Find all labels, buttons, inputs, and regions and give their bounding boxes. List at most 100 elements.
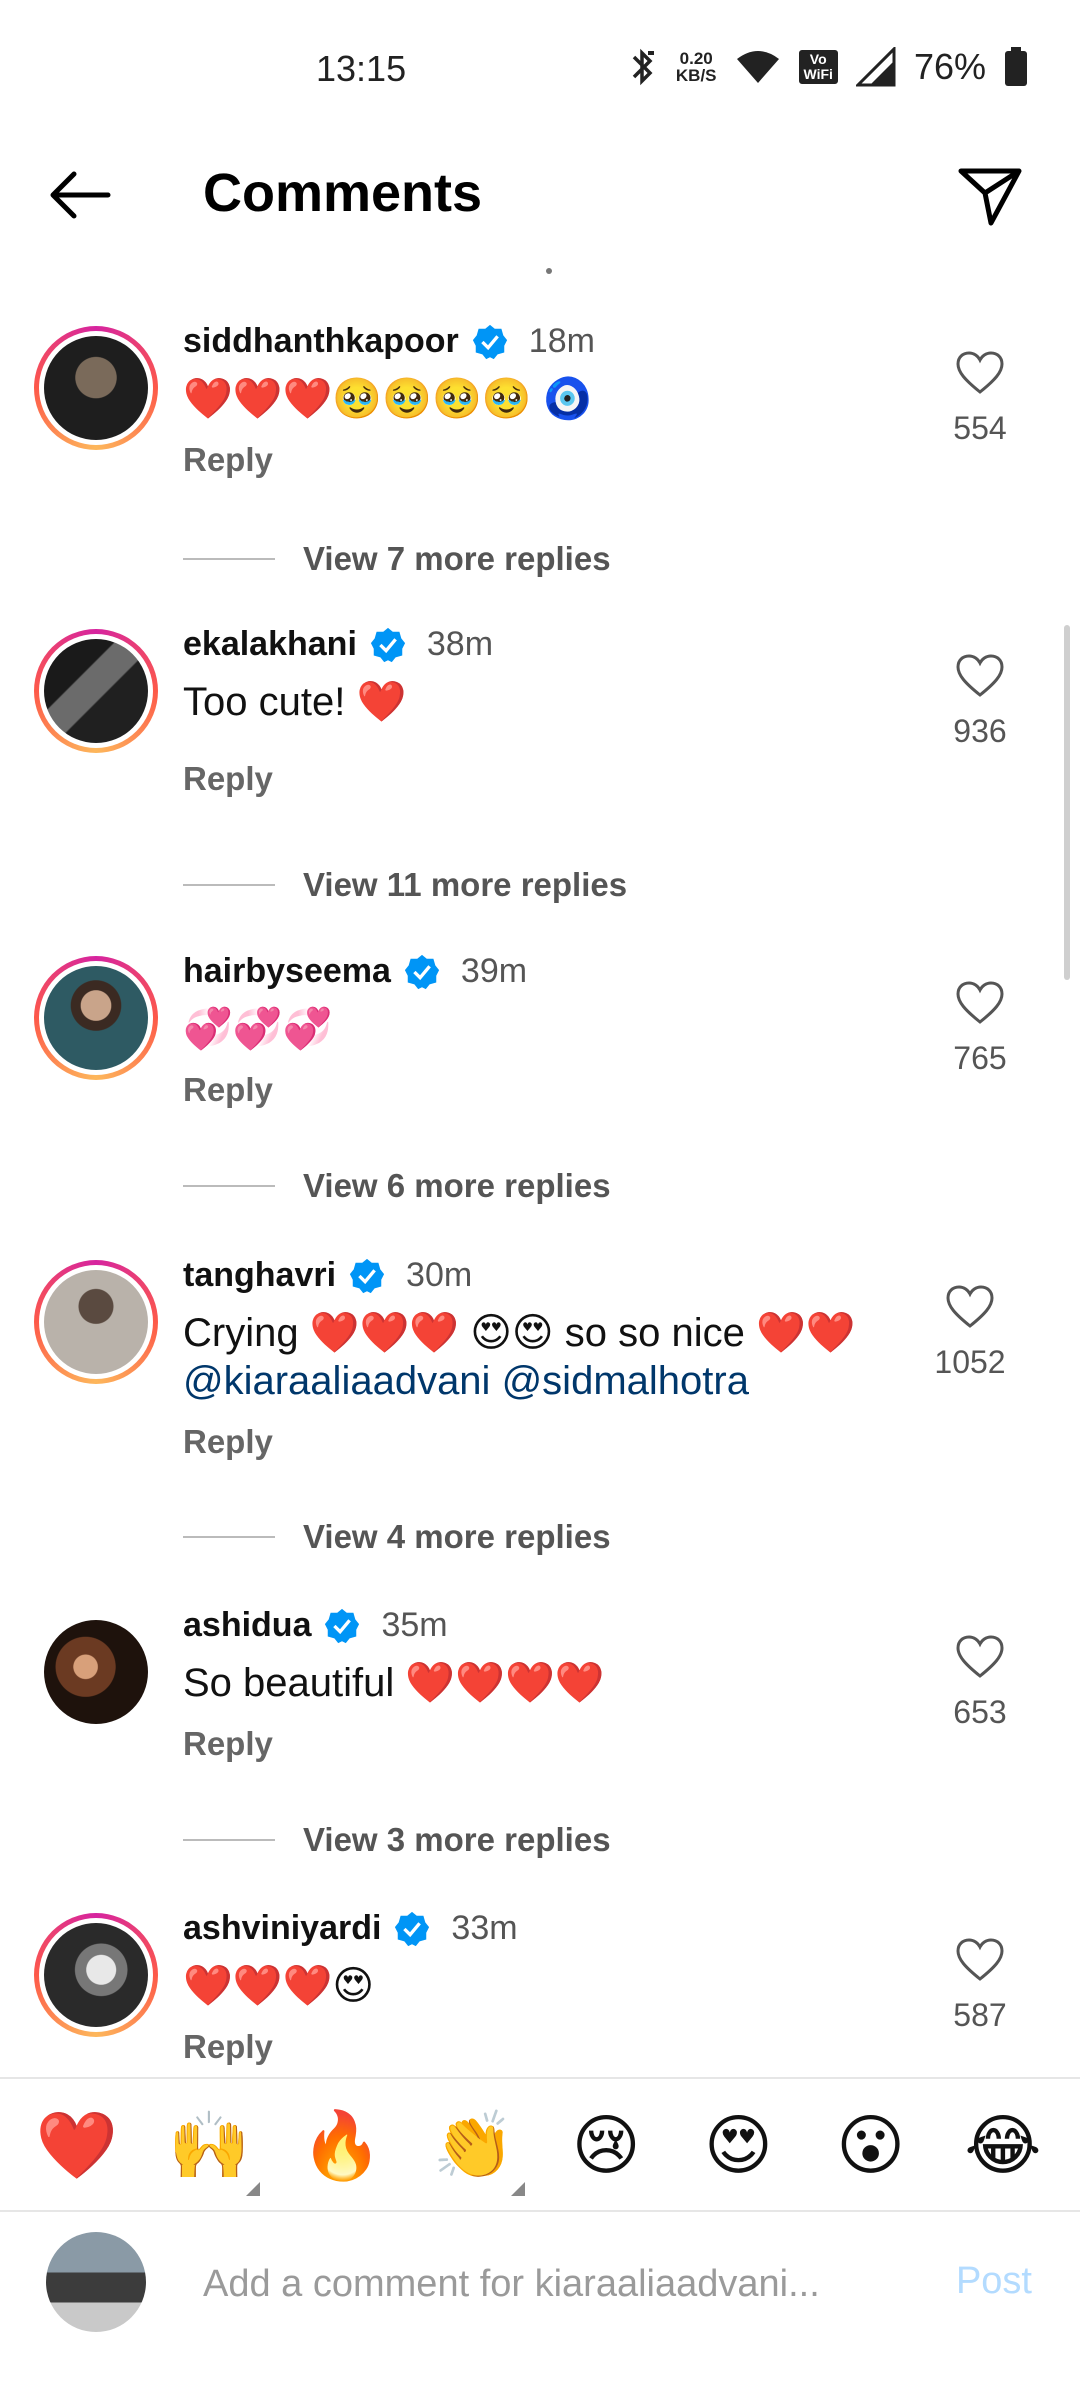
reply-button[interactable]: Reply [183,760,883,798]
emoji-fire-button[interactable]: 🔥 [287,2090,397,2200]
emoji-clap-button[interactable]: 👏 [419,2090,529,2200]
avatar[interactable] [44,966,148,1070]
post-button[interactable]: Post [956,2260,1032,2303]
heart-icon[interactable] [955,1634,1005,1680]
comment-username[interactable]: tanghavri [183,1256,336,1295]
comments-list[interactable]: siddhanthkapoor 18m ❤️❤️❤️🥹🥹🥹🥹 🧿 Reply 5… [0,300,1080,2075]
reply-button[interactable]: Reply [183,1071,883,1109]
comment-text: ❤️❤️❤️😍 [183,1964,375,2008]
view-more-label[interactable]: View 7 more replies [303,540,611,578]
view-more-label[interactable]: View 4 more replies [303,1518,611,1556]
emoji-surprised-button[interactable]: 😮 [816,2090,926,2200]
avatar[interactable] [44,336,148,440]
wifi-icon [736,51,779,83]
verified-badge-icon [325,1608,360,1643]
avatar-ring[interactable] [34,629,158,753]
avatar[interactable] [44,1270,148,1374]
verified-badge-icon [472,324,507,359]
heart-icon[interactable] [955,980,1005,1026]
avatar[interactable] [44,1923,148,2027]
emoji-reaction-bar: ❤️ 🙌 🔥 👏 😢 😍 😮 😂 [0,2077,1080,2212]
comment-item: ashviniyardi 33m ❤️❤️❤️😍 Reply 587 [0,1887,1080,2075]
comment-time: 39m [460,952,528,990]
comment-text: So beautiful ❤️❤️❤️❤️ [183,1661,605,1705]
comment-item: hairbyseema 39m 💞💞💞 Reply 765 View 6 mor… [0,930,1080,1234]
status-icons: 0.20 KB/S Vo WiFi 76% [628,46,1028,88]
view-more-label[interactable]: View 11 more replies [303,866,627,904]
emoji-heart-button[interactable]: ❤️ [22,2090,132,2200]
comment-text: 💞💞💞 [183,1007,333,1051]
status-time: 13:15 [316,48,407,89]
view-more-replies[interactable]: View 4 more replies [183,1518,611,1556]
heart-icon[interactable] [945,1284,995,1330]
like-area: 554 [920,350,1040,447]
reply-button[interactable]: Reply [183,2028,883,2066]
network-speed: 0.20 KB/S [676,50,717,84]
like-area: 1052 [910,1284,1030,1381]
bluetooth-icon [632,48,654,86]
like-count: 587 [953,1997,1007,2033]
reply-button[interactable]: Reply [183,1423,943,1461]
comment-username[interactable]: hairbyseema [183,952,391,991]
comment-username[interactable]: ashviniyardi [183,1909,381,1948]
like-count: 1052 [934,1344,1006,1380]
view-more-label[interactable]: View 6 more replies [303,1167,611,1205]
comment-text: Crying ❤️❤️❤️ 😍😍 so so nice ❤️❤️ @kiaraa… [183,1309,943,1405]
avatar-ring[interactable] [34,956,158,1080]
paper-plane-icon [958,168,1022,226]
vowifi-line2: WiFi [803,66,833,82]
comment-time: 30m [406,1256,473,1294]
comment-text-body: Crying ❤️❤️❤️ 😍😍 so so nice ❤️❤️ [183,1311,856,1355]
avatar[interactable] [44,1620,148,1724]
mention-link[interactable]: @kiaraaliaadvani [183,1359,490,1403]
view-more-label[interactable]: View 3 more replies [303,1821,611,1859]
reply-button[interactable]: Reply [183,1725,883,1763]
comment-item: ashidua 35m So beautiful ❤️❤️❤️❤️ Reply … [0,1584,1080,1887]
verified-badge-icon [349,1258,385,1293]
avatar-ring[interactable] [34,1610,158,1734]
avatar-ring[interactable] [34,1260,158,1384]
verified-badge-icon [395,1911,430,1946]
view-more-replies[interactable]: View 3 more replies [183,1821,611,1859]
my-avatar [46,2232,146,2332]
like-count: 936 [953,713,1007,749]
comment-text: Too cute! ❤️ [183,680,407,724]
comment-item: tanghavri 30m Crying ❤️❤️❤️ 😍😍 so so nic… [0,1234,1080,1584]
view-more-replies[interactable]: View 6 more replies [183,1167,611,1205]
emoji-crying-button[interactable]: 😢 [551,2090,661,2200]
comment-composer: Post [0,2214,1080,2400]
page-title: Comments [203,163,483,223]
comment-item: ekalakhani 38m Too cute! ❤️ Reply 936 Vi… [0,603,1080,930]
comment-username[interactable]: siddhanthkapoor [183,322,459,361]
heart-icon[interactable] [955,1937,1005,1983]
like-area: 936 [920,653,1040,750]
skin-tone-indicator [246,2181,261,2196]
comment-username[interactable]: ashidua [183,1606,311,1645]
avatar-ring[interactable] [34,326,158,450]
signal-icon [855,47,896,87]
emoji-raised-hands-button[interactable]: 🙌 [154,2090,264,2200]
comment-input[interactable] [203,2249,903,2319]
heart-icon[interactable] [955,350,1005,396]
back-button[interactable] [40,160,120,230]
battery-icon [1005,47,1027,86]
comment-username[interactable]: ekalakhani [183,625,357,664]
share-button[interactable] [950,156,1030,236]
comment-time: 38m [426,625,494,663]
comment-item: siddhanthkapoor 18m ❤️❤️❤️🥹🥹🥹🥹 🧿 Reply 5… [0,300,1080,600]
mention-link[interactable]: @sidmalhotra [502,1359,749,1403]
scroll-indicator-dot [546,268,552,274]
battery-percent: 76% [913,46,986,87]
comment-text: ❤️❤️❤️🥹🥹🥹🥹 🧿 [183,377,593,421]
emoji-heart-eyes-button[interactable]: 😍 [683,2090,793,2200]
scrollbar[interactable] [1064,625,1070,980]
view-more-replies[interactable]: View 7 more replies [183,540,611,578]
emoji-laughing-button[interactable]: 😂 [948,2090,1058,2200]
avatar[interactable] [44,639,148,743]
reply-button[interactable]: Reply [183,441,883,479]
verified-badge-icon [370,627,405,662]
heart-icon[interactable] [955,653,1005,699]
avatar-ring[interactable] [34,1913,158,2037]
divider [183,1839,275,1841]
view-more-replies[interactable]: View 11 more replies [183,866,627,904]
